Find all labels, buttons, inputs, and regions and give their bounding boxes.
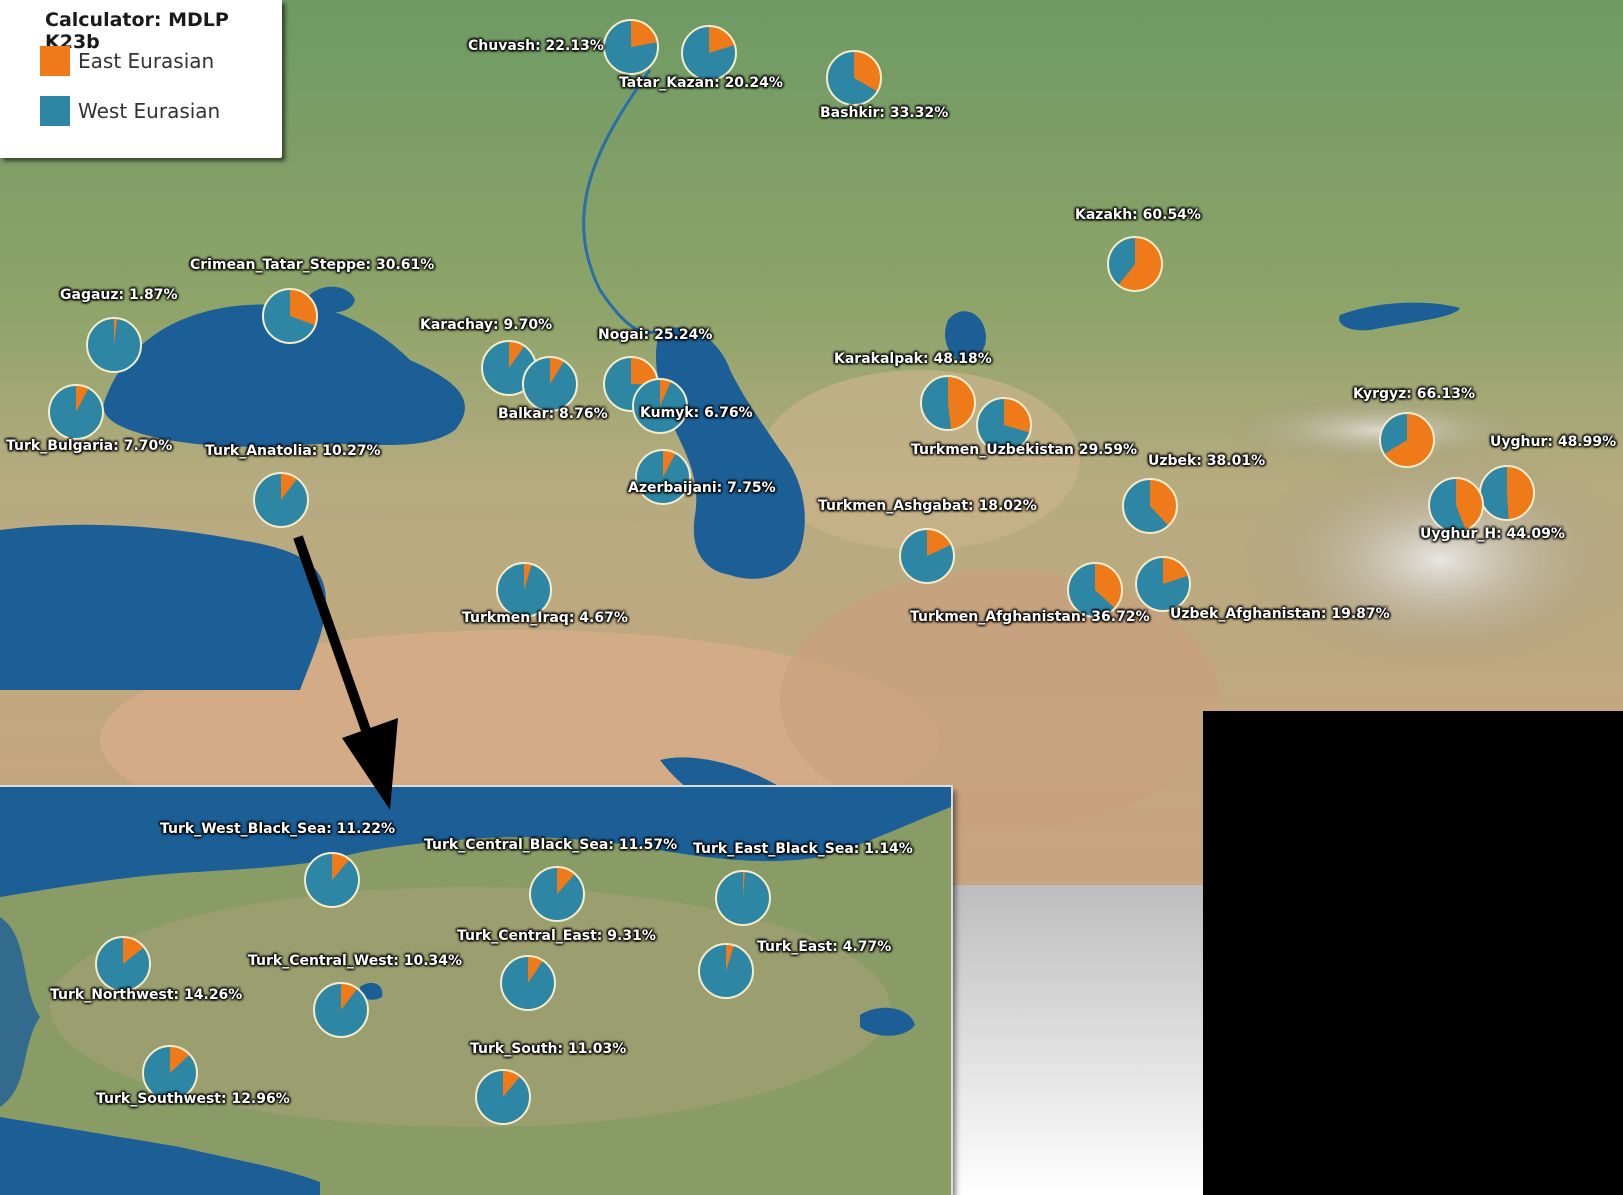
label-uyghur-h: Uyghur_H: 44.09%: [1420, 526, 1565, 542]
label-turk-northwest: Turk_Northwest: 14.26%: [50, 987, 243, 1003]
label-turk-central-black-sea: Turk_Central_Black_Sea: 11.57%: [424, 837, 678, 853]
label-gagauz: Gagauz: 1.87%: [60, 287, 178, 303]
pie-uzbek-afghanistan: [1135, 556, 1191, 612]
pie-gagauz: [86, 317, 142, 373]
pie-kyrgyz: [1379, 412, 1435, 468]
label-turk-south: Turk_South: 11.03%: [470, 1041, 627, 1057]
label-turk-bulgaria: Turk_Bulgaria: 7.70%: [6, 438, 173, 454]
pie-chuvash: [603, 19, 659, 75]
label-turk-southwest: Turk_Southwest: 12.96%: [96, 1091, 290, 1107]
label-turk-anatolia: Turk_Anatolia: 10.27%: [205, 443, 381, 459]
label-kumyk: Kumyk: 6.76%: [640, 405, 753, 421]
legend-item-west-eurasian: West Eurasian: [40, 96, 220, 126]
pie-turk-northwest: [95, 936, 151, 992]
pie-turk-bulgaria: [48, 384, 104, 440]
east-eurasian-swatch: [40, 46, 70, 76]
label-karakalpak: Karakalpak: 48.18%: [834, 351, 992, 367]
pie-turk-anatolia: [253, 472, 309, 528]
pie-turkmen-ashgabat: [899, 528, 955, 584]
legend-item-east-eurasian: East Eurasian: [40, 46, 214, 76]
label-chuvash: Chuvash: 22.13%: [468, 38, 604, 54]
pie-bashkir: [826, 50, 882, 106]
pie-kazakh: [1107, 236, 1163, 292]
pie-karakalpak: [920, 375, 976, 431]
label-turk-east-black-sea: Turk_East_Black_Sea: 1.14%: [693, 841, 913, 857]
pie-tatar-kazan: [681, 25, 737, 81]
pie-turk-west-black-sea: [304, 852, 360, 908]
pie-turk-central-west: [313, 982, 369, 1038]
pie-slice-east-eurasian: [948, 376, 975, 430]
legend: Calculator: MDLP K23b East Eurasian West…: [0, 0, 282, 158]
pie-azerbaijani: [635, 449, 691, 505]
label-kazakh: Kazakh: 60.54%: [1075, 207, 1201, 223]
label-azerbaijani: Azerbaijani: 7.75%: [628, 480, 776, 496]
label-turk-central-east: Turk_Central_East: 9.31%: [457, 928, 656, 944]
label-turkmen-uzbekistan: Turkmen_Uzbekistan 29.59%: [911, 442, 1138, 458]
label-crimean-tatar-steppe: Crimean_Tatar_Steppe: 30.61%: [190, 257, 435, 273]
west-eurasian-swatch: [40, 96, 70, 126]
legend-label: East Eurasian: [78, 49, 215, 73]
pie-uyghur: [1479, 465, 1535, 521]
pie-slice-east-eurasian: [1507, 466, 1535, 520]
arrow-to-inset: [293, 535, 398, 810]
pie-turk-east-black-sea: [715, 870, 771, 926]
label-turk-west-black-sea: Turk_West_Black_Sea: 11.22%: [160, 821, 395, 837]
label-karachay: Karachay: 9.70%: [420, 317, 553, 333]
label-turkmen-iraq: Turkmen_Iraq: 4.67%: [462, 610, 628, 626]
label-nogai: Nogai: 25.24%: [598, 327, 713, 343]
label-kyrgyz: Kyrgyz: 66.13%: [1353, 386, 1476, 402]
pie-turk-south: [475, 1069, 531, 1125]
map-figure: Calculator: MDLP K23b East Eurasian West…: [0, 0, 1623, 1195]
legend-label: West Eurasian: [78, 99, 221, 123]
label-turkmen-afghanistan: Turkmen_Afghanistan: 36.72%: [910, 609, 1150, 625]
label-bashkir: Bashkir: 33.32%: [820, 105, 949, 121]
label-uzbek-afghanistan: Uzbek_Afghanistan: 19.87%: [1170, 606, 1390, 622]
pie-crimean-tatar-steppe: [262, 288, 318, 344]
label-balkar: Balkar: 8.76%: [498, 406, 608, 422]
label-uyghur: Uyghur: 48.99%: [1490, 434, 1617, 450]
pie-balkar: [522, 356, 578, 412]
label-uzbek: Uzbek: 38.01%: [1148, 453, 1266, 469]
pie-uzbek: [1122, 478, 1178, 534]
pie-turk-central-black-sea: [529, 866, 585, 922]
label-turk-east: Turk_East: 4.77%: [757, 939, 892, 955]
label-tatar-kazan: Tatar_Kazan: 20.24%: [619, 75, 783, 91]
label-turkmen-ashgabat: Turkmen_Ashgabat: 18.02%: [818, 498, 1037, 514]
pie-turk-central-east: [500, 955, 556, 1011]
pie-turk-east: [698, 943, 754, 999]
label-turk-central-west: Turk_Central_West: 10.34%: [248, 953, 463, 969]
